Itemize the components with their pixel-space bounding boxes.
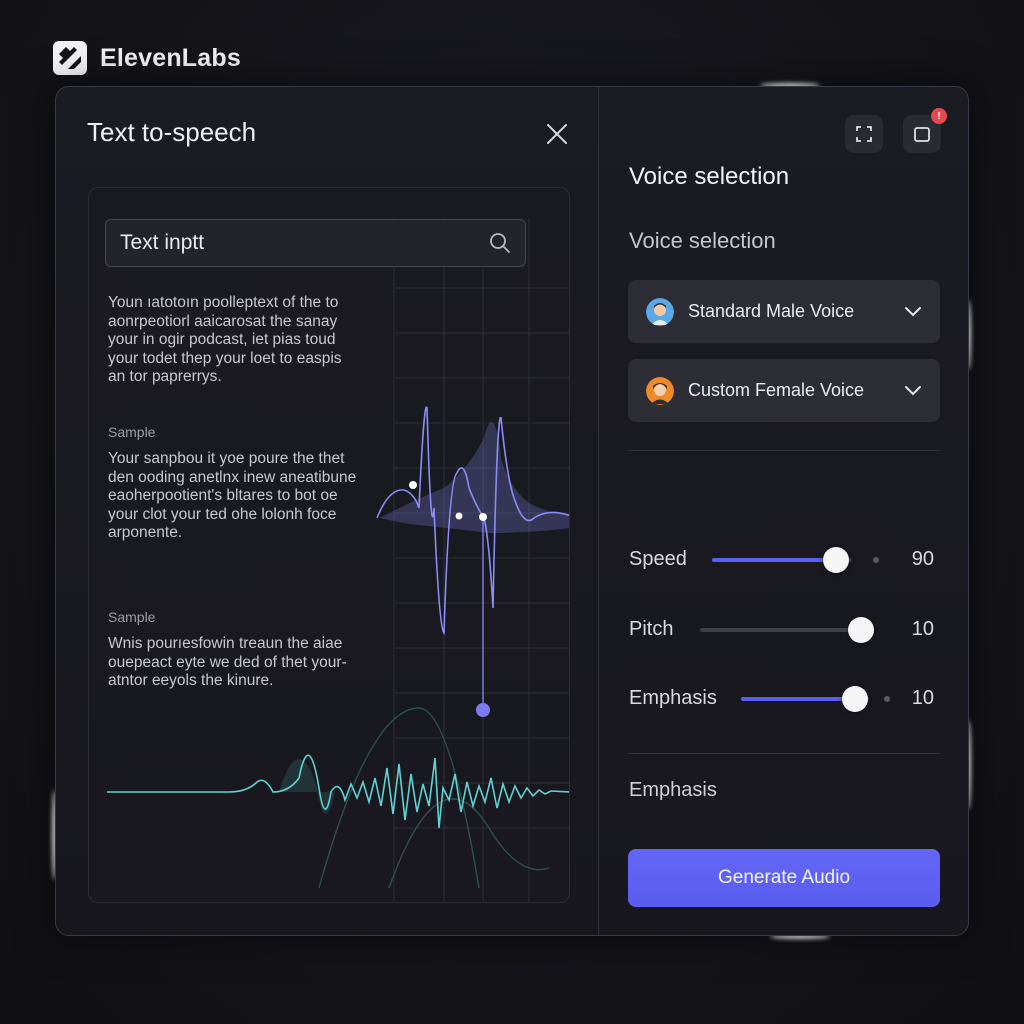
speed-label: Speed <box>629 548 687 570</box>
section-divider <box>628 450 940 451</box>
sample-label: Sample <box>108 609 156 625</box>
elevenlabs-logo-icon <box>53 41 87 75</box>
brand: ElevenLabs <box>52 40 241 76</box>
emphasis-label: Emphasis <box>629 687 717 709</box>
speed-slider-fill <box>712 558 836 562</box>
speed-value: 90 <box>911 548 934 570</box>
slider-step-dot <box>884 696 890 702</box>
tts-panel: Text to-speech Text inptt Youn ıatotoın … <box>55 86 969 936</box>
notifications-button[interactable]: ! <box>903 108 947 153</box>
brand-name: ElevenLabs <box>100 43 241 72</box>
voice-select-label: Standard Male Voice <box>688 301 855 321</box>
text-block: Youn ıatotoın poolleptext of the to aonr… <box>108 294 342 385</box>
notification-badge: ! <box>931 108 947 124</box>
emphasis-slider-fill <box>741 697 855 701</box>
speed-slider[interactable] <box>712 547 852 573</box>
chevron-down-icon <box>905 306 921 316</box>
avatar <box>646 376 674 405</box>
voice-select-label: Custom Female Voice <box>688 380 865 400</box>
expand-icon <box>856 126 872 142</box>
slider-step-dot <box>873 557 879 563</box>
text-input-area: Text inptt Youn ıatotoın poolleptext of … <box>88 187 570 903</box>
section-divider <box>628 753 940 754</box>
pitch-slider-thumb[interactable] <box>848 617 874 643</box>
avatar <box>646 297 674 326</box>
pitch-slider[interactable] <box>700 617 874 643</box>
sample-label: Sample <box>108 424 156 440</box>
text-block: Wnis pourıesfowin treaun the aiae ouepea… <box>108 635 347 689</box>
emphasis-slider[interactable] <box>741 686 869 712</box>
search-icon[interactable] <box>489 232 511 254</box>
text-input-value: Text inptt <box>120 231 205 254</box>
voice-select-female[interactable]: Custom Female Voice <box>628 359 940 422</box>
chevron-down-icon <box>905 385 921 395</box>
pitch-label: Pitch <box>629 618 674 640</box>
panel-divider <box>598 87 599 935</box>
pitch-value: 10 <box>911 618 934 640</box>
page-title: Text to-speech <box>87 117 257 147</box>
emphasis-value: 10 <box>911 687 934 709</box>
section-subtitle: Voice selection <box>629 228 776 253</box>
speed-slider-thumb[interactable] <box>823 547 849 573</box>
text-block: Your sanpbou it yoe poure the thet den o… <box>108 450 357 541</box>
generate-audio-button[interactable]: Generate Audio <box>628 849 940 907</box>
close-button[interactable] <box>542 119 572 149</box>
emphasis-slider-thumb[interactable] <box>842 686 868 712</box>
window-icon <box>914 127 930 142</box>
section-title: Voice selection <box>629 163 790 190</box>
emphasis-section-label: Emphasis <box>629 779 717 801</box>
text-input-field[interactable]: Text inptt <box>105 219 526 267</box>
fullscreen-button[interactable] <box>845 115 883 153</box>
close-icon <box>547 124 567 144</box>
voice-select-male[interactable]: Standard Male Voice <box>628 280 940 343</box>
